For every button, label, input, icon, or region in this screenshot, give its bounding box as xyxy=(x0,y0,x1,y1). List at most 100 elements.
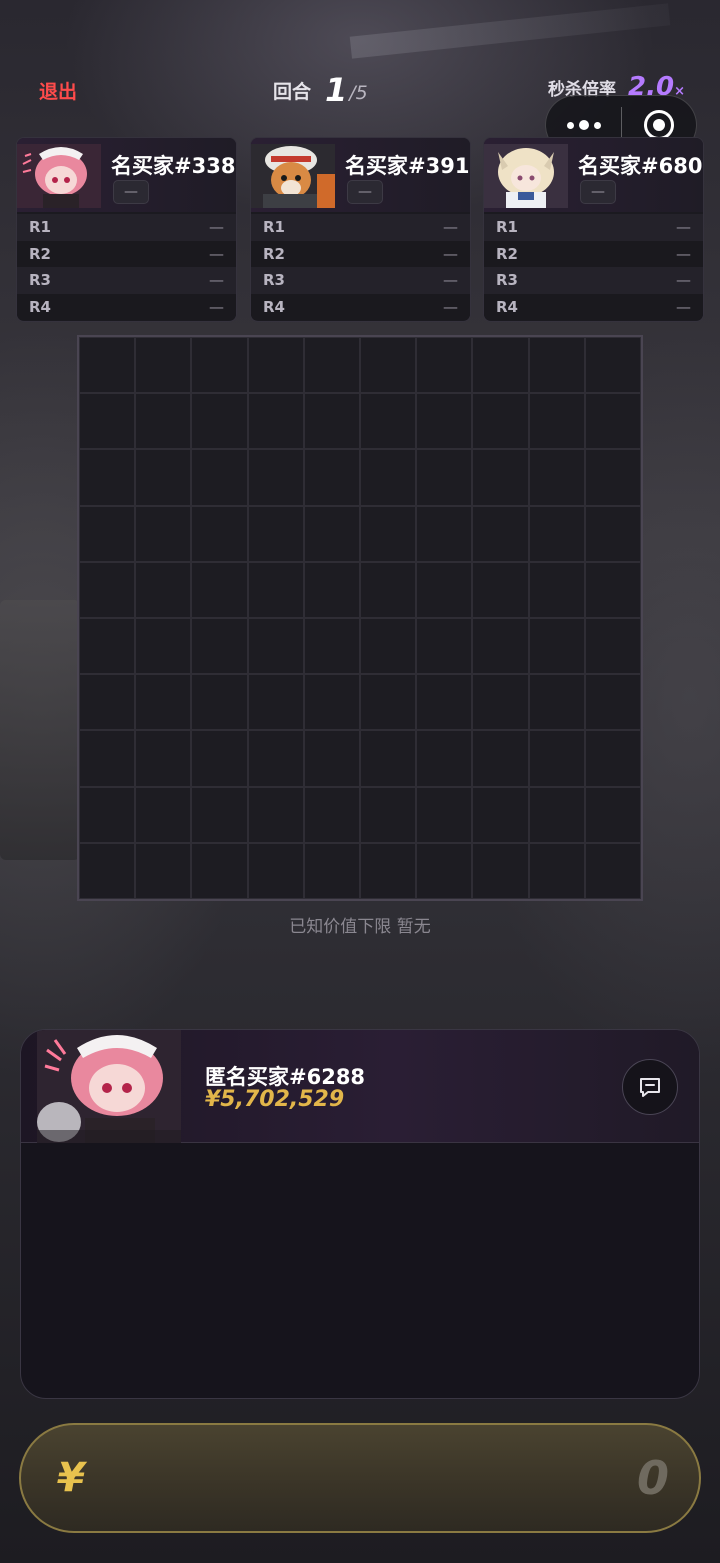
grid-cell[interactable] xyxy=(416,842,473,899)
grid-cell[interactable] xyxy=(79,505,136,562)
grid-cell[interactable] xyxy=(303,618,360,675)
grid-cell[interactable] xyxy=(584,786,641,843)
grid-cell[interactable] xyxy=(191,337,248,394)
grid-cell[interactable] xyxy=(79,786,136,843)
grid-cell[interactable] xyxy=(135,505,192,562)
grid-cell[interactable] xyxy=(416,337,473,394)
grid-cell[interactable] xyxy=(360,674,417,731)
grid-cell[interactable] xyxy=(135,393,192,450)
grid-cell[interactable] xyxy=(528,842,585,899)
grid-cell[interactable] xyxy=(584,730,641,787)
grid-cell[interactable] xyxy=(135,842,192,899)
grid-cell[interactable] xyxy=(472,337,529,394)
chat-button[interactable] xyxy=(622,1059,678,1115)
grid-cell[interactable] xyxy=(416,618,473,675)
grid-cell[interactable] xyxy=(247,618,304,675)
grid-cell[interactable] xyxy=(79,674,136,731)
grid-cell[interactable] xyxy=(303,786,360,843)
grid-cell[interactable] xyxy=(191,674,248,731)
grid-cell[interactable] xyxy=(584,505,641,562)
grid-cell[interactable] xyxy=(247,337,304,394)
grid-cell[interactable] xyxy=(303,393,360,450)
grid-cell[interactable] xyxy=(303,561,360,618)
grid-cell[interactable] xyxy=(528,449,585,506)
grid-cell[interactable] xyxy=(360,505,417,562)
grid-cell[interactable] xyxy=(360,561,417,618)
grid-cell[interactable] xyxy=(135,674,192,731)
grid-cell[interactable] xyxy=(472,561,529,618)
grid-cell[interactable] xyxy=(528,337,585,394)
grid-cell[interactable] xyxy=(79,449,136,506)
grid-cell[interactable] xyxy=(472,730,529,787)
grid-cell[interactable] xyxy=(79,393,136,450)
grid-cell[interactable] xyxy=(303,449,360,506)
grid-cell[interactable] xyxy=(472,674,529,731)
grid-cell[interactable] xyxy=(472,393,529,450)
grid-cell[interactable] xyxy=(416,505,473,562)
grid-cell[interactable] xyxy=(528,674,585,731)
grid-cell[interactable] xyxy=(247,674,304,731)
grid-cell[interactable] xyxy=(191,618,248,675)
grid-cell[interactable] xyxy=(247,449,304,506)
grid-cell[interactable] xyxy=(135,786,192,843)
grid-cell[interactable] xyxy=(135,561,192,618)
grid-cell[interactable] xyxy=(528,561,585,618)
grid-cell[interactable] xyxy=(191,842,248,899)
grid-cell[interactable] xyxy=(247,561,304,618)
grid-cell[interactable] xyxy=(584,561,641,618)
grid-cell[interactable] xyxy=(584,449,641,506)
grid-cell[interactable] xyxy=(247,505,304,562)
grid-cell[interactable] xyxy=(584,393,641,450)
grid-cell[interactable] xyxy=(79,337,136,394)
grid-cell[interactable] xyxy=(303,842,360,899)
grid-cell[interactable] xyxy=(472,618,529,675)
grid-cell[interactable] xyxy=(79,618,136,675)
grid-cell[interactable] xyxy=(79,561,136,618)
grid-cell[interactable] xyxy=(191,393,248,450)
grid-cell[interactable] xyxy=(584,337,641,394)
grid-cell[interactable] xyxy=(528,618,585,675)
grid-cell[interactable] xyxy=(191,505,248,562)
grid-cell[interactable] xyxy=(79,842,136,899)
grid-cell[interactable] xyxy=(135,618,192,675)
grid-cell[interactable] xyxy=(303,337,360,394)
grid-cell[interactable] xyxy=(360,393,417,450)
grid-cell[interactable] xyxy=(360,337,417,394)
grid-cell[interactable] xyxy=(360,786,417,843)
grid-cell[interactable] xyxy=(247,786,304,843)
grid-cell[interactable] xyxy=(79,730,136,787)
grid-cell[interactable] xyxy=(360,449,417,506)
grid-cell[interactable] xyxy=(135,337,192,394)
grid-cell[interactable] xyxy=(303,730,360,787)
grid-cell[interactable] xyxy=(472,842,529,899)
item-grid[interactable] xyxy=(77,335,643,901)
grid-cell[interactable] xyxy=(135,449,192,506)
grid-cell[interactable] xyxy=(584,674,641,731)
grid-cell[interactable] xyxy=(528,393,585,450)
grid-cell[interactable] xyxy=(191,449,248,506)
grid-cell[interactable] xyxy=(360,842,417,899)
grid-cell[interactable] xyxy=(416,449,473,506)
grid-cell[interactable] xyxy=(247,842,304,899)
grid-cell[interactable] xyxy=(360,730,417,787)
grid-cell[interactable] xyxy=(472,786,529,843)
grid-cell[interactable] xyxy=(191,786,248,843)
grid-cell[interactable] xyxy=(416,674,473,731)
grid-cell[interactable] xyxy=(303,674,360,731)
grid-cell[interactable] xyxy=(472,449,529,506)
grid-cell[interactable] xyxy=(416,561,473,618)
grid-cell[interactable] xyxy=(303,505,360,562)
grid-cell[interactable] xyxy=(135,730,192,787)
grid-cell[interactable] xyxy=(360,618,417,675)
grid-cell[interactable] xyxy=(528,730,585,787)
bid-input[interactable]: ¥ 0 xyxy=(19,1423,701,1533)
grid-cell[interactable] xyxy=(528,786,585,843)
grid-cell[interactable] xyxy=(191,730,248,787)
grid-cell[interactable] xyxy=(247,393,304,450)
grid-cell[interactable] xyxy=(416,730,473,787)
grid-cell[interactable] xyxy=(247,730,304,787)
grid-cell[interactable] xyxy=(584,618,641,675)
grid-cell[interactable] xyxy=(416,786,473,843)
grid-cell[interactable] xyxy=(584,842,641,899)
grid-cell[interactable] xyxy=(472,505,529,562)
